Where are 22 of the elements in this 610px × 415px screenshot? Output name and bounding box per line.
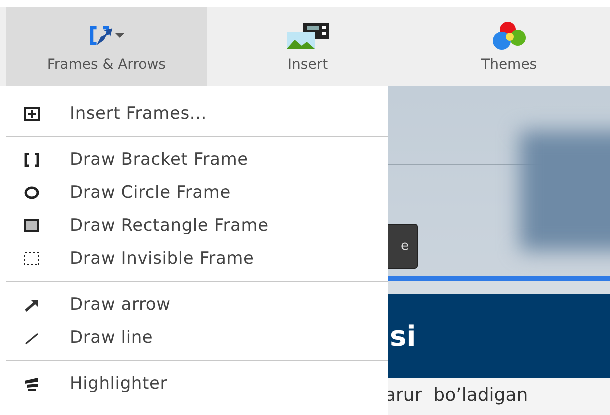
rectangle-icon xyxy=(24,218,40,232)
bracket-icon xyxy=(24,152,40,166)
arrow-icon xyxy=(24,298,40,312)
slide-heading: si xyxy=(390,320,416,352)
circle-icon xyxy=(24,186,40,200)
plus-box-icon xyxy=(24,106,40,120)
menu-item[interactable]: Draw Bracket Frame xyxy=(0,143,388,176)
toolbar-tab[interactable]: Themes xyxy=(408,7,610,86)
toolbar-tab[interactable]: Frames & Arrows xyxy=(6,7,208,86)
highlighter-icon xyxy=(24,376,40,390)
menu-item[interactable]: Draw Rectangle Frame xyxy=(0,209,388,242)
menu-item[interactable]: Draw arrow xyxy=(0,288,388,321)
picture-film-icon xyxy=(284,22,331,50)
menu-item[interactable]: Draw Circle Frame xyxy=(0,176,388,209)
menu-item[interactable]: Insert Frames... xyxy=(0,97,388,130)
line-icon xyxy=(24,330,40,344)
menu-item[interactable]: Highlighter xyxy=(0,367,388,400)
toolbar-tab[interactable]: Insert xyxy=(207,7,409,86)
menu-item[interactable]: Draw Invisible Frame xyxy=(0,242,388,275)
frame-arrow-icon xyxy=(88,26,113,46)
menu-item[interactable]: Draw line xyxy=(0,321,388,354)
dashed-rectangle-icon xyxy=(24,252,40,266)
